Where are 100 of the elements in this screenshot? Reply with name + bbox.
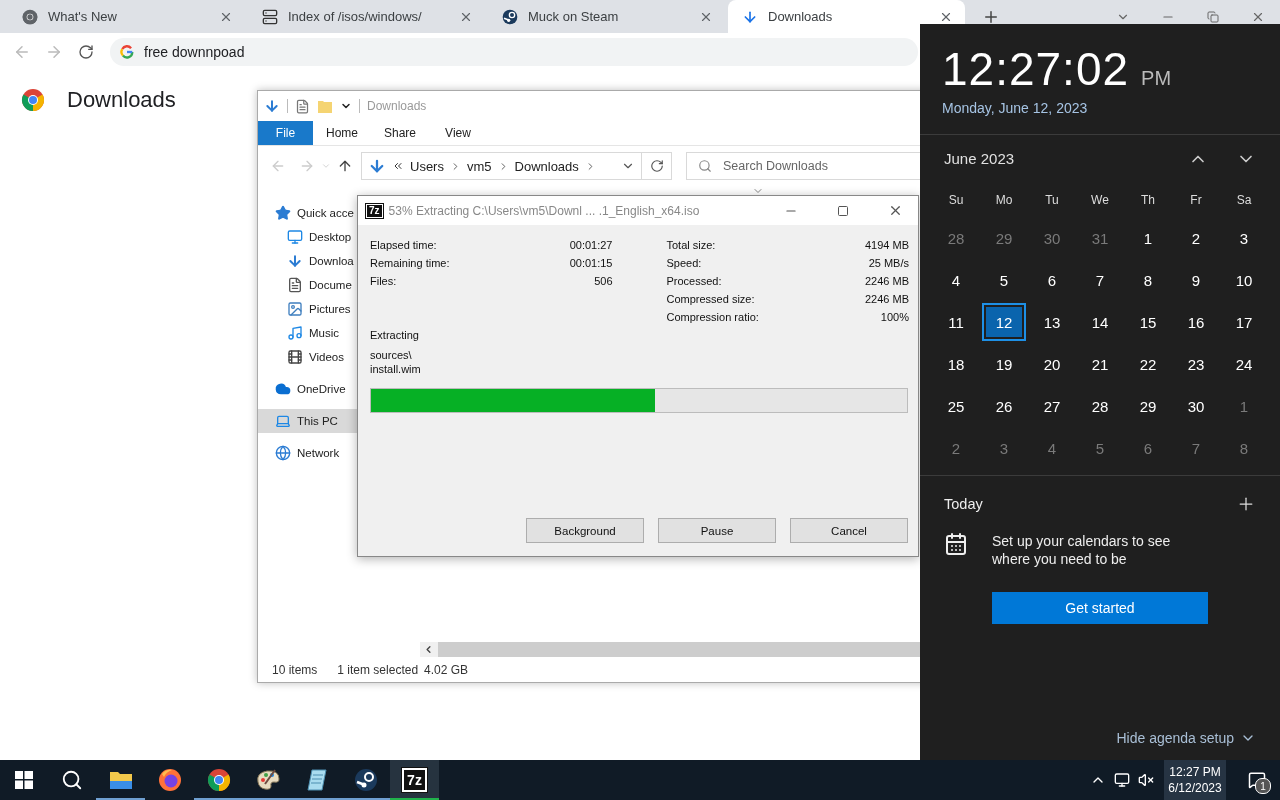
palette-icon: [254, 768, 281, 792]
action-center-button[interactable]: 1: [1234, 760, 1280, 800]
calendar-day[interactable]: 13: [1030, 303, 1074, 341]
calendar-day[interactable]: 2: [1174, 219, 1218, 257]
calendar-day[interactable]: 23: [1174, 345, 1218, 383]
calendar-day[interactable]: 6: [1030, 261, 1074, 299]
calendar-day[interactable]: 29: [1126, 387, 1170, 425]
network-icon: [275, 445, 291, 461]
calendar-day[interactable]: 11: [934, 303, 978, 341]
calendar-day[interactable]: 28: [934, 219, 978, 257]
google-icon: [120, 44, 134, 59]
calendar-day[interactable]: 4: [1030, 429, 1074, 467]
breadcrumb-item[interactable]: Downloads: [514, 158, 579, 174]
up-icon[interactable]: [337, 158, 353, 174]
calendar-day[interactable]: 30: [1174, 387, 1218, 425]
search-icon: [698, 159, 712, 173]
taskbar-button[interactable]: 7z: [390, 760, 439, 800]
calendar-day[interactable]: 22: [1126, 345, 1170, 383]
windows-icon[interactable]: [15, 771, 33, 789]
tray-clock[interactable]: 12:27 PM 6/12/2023: [1164, 760, 1226, 800]
calendar-day[interactable]: 25: [934, 387, 978, 425]
nav-item[interactable]: Network: [258, 441, 418, 465]
breadcrumb-item[interactable]: Users: [410, 158, 444, 174]
weekday-label: Tu: [1044, 191, 1060, 209]
chrome-icon: [22, 8, 38, 25]
month-label[interactable]: June 2023: [944, 150, 1160, 167]
stat-value: 506: [593, 275, 613, 287]
calendar-day[interactable]: 19: [982, 345, 1026, 383]
calendar-day[interactable]: 5: [982, 261, 1026, 299]
weekday-label: Fr: [1189, 191, 1203, 209]
stat-label: Remaining time:: [370, 257, 451, 269]
calendar-day[interactable]: 7: [1078, 261, 1122, 299]
calendar-day[interactable]: 24: [1222, 345, 1266, 383]
ribbon-tab[interactable]: View: [429, 121, 487, 145]
volume-muted-icon[interactable]: [1138, 772, 1154, 788]
browser-tab[interactable]: Muck on Steam: [488, 0, 725, 33]
calendar-day[interactable]: 12: [982, 303, 1026, 341]
browser-tab[interactable]: Downloads: [728, 0, 965, 33]
calendar-day[interactable]: 3: [1222, 219, 1266, 257]
refresh-button[interactable]: [642, 152, 672, 180]
notification-count: 1: [1255, 778, 1271, 794]
calendar-day[interactable]: 20: [1030, 345, 1074, 383]
calendar-day[interactable]: 8: [1126, 261, 1170, 299]
steam-icon: [502, 8, 518, 25]
status-text: 4.02 GB: [424, 662, 469, 677]
nav-item[interactable]: OneDrive: [258, 377, 418, 401]
calendar-day[interactable]: 9: [1174, 261, 1218, 299]
calendar-day[interactable]: 10: [1222, 261, 1266, 299]
ribbon-tab[interactable]: Share: [371, 121, 429, 145]
calendar-day[interactable]: 3: [982, 429, 1026, 467]
reload-icon[interactable]: [78, 43, 94, 60]
calendar-day[interactable]: 16: [1174, 303, 1218, 341]
restore-icon[interactable]: [1206, 10, 1219, 23]
window-title: Downloads: [367, 99, 427, 113]
steam-icon: [353, 768, 378, 792]
maximize-icon[interactable]: [837, 204, 849, 217]
calendar-day[interactable]: 27: [1030, 387, 1074, 425]
properties-icon[interactable]: [295, 98, 310, 114]
network-icon[interactable]: [1114, 772, 1130, 788]
calendar-day[interactable]: 28: [1078, 387, 1122, 425]
chrome-icon: [21, 88, 45, 112]
get-started-button[interactable]: Get started: [992, 592, 1208, 624]
date-link[interactable]: Monday, June 12, 2023: [942, 100, 1088, 116]
calendar-day[interactable]: 4: [934, 261, 978, 299]
computer-icon: [275, 413, 291, 429]
browser-tab[interactable]: Index of /isos/windows/: [248, 0, 485, 33]
calendar-day[interactable]: 5: [1078, 429, 1122, 467]
breadcrumb-item[interactable]: vm5: [466, 158, 492, 174]
address-field[interactable]: Users vm5 Downloads: [361, 152, 642, 180]
hide-agenda-link[interactable]: Hide agenda setup: [1116, 730, 1234, 746]
calendar-day[interactable]: 7: [1174, 429, 1218, 467]
calendar-day[interactable]: 15: [1126, 303, 1170, 341]
dialog-button[interactable]: Cancel: [790, 518, 908, 543]
calendar-day[interactable]: 2: [934, 429, 978, 467]
stat-value: 25 MB/s: [867, 257, 909, 269]
nav-item[interactable]: Pictures: [258, 297, 418, 321]
calendar-day[interactable]: 17: [1222, 303, 1266, 341]
star-icon: [275, 205, 291, 221]
calendar-day[interactable]: 8: [1222, 429, 1266, 467]
calendar-day[interactable]: 21: [1078, 345, 1122, 383]
stat-value: 2246 MB: [864, 293, 909, 305]
search-icon[interactable]: [61, 769, 83, 791]
stat-label: Compression ratio:: [666, 311, 760, 323]
calendar-day[interactable]: 29: [982, 219, 1026, 257]
calendar-day[interactable]: 14: [1078, 303, 1122, 341]
cloud-icon: [275, 381, 291, 397]
film-icon: [287, 349, 303, 365]
calendar-day[interactable]: 18: [934, 345, 978, 383]
overflow-icon[interactable]: [392, 160, 404, 172]
calendar-day[interactable]: 30: [1030, 219, 1074, 257]
ribbon-tab[interactable]: Home: [313, 121, 371, 145]
dialog-button[interactable]: Pause: [658, 518, 776, 543]
address-bar[interactable]: free downnpoad: [110, 37, 918, 66]
calendar-day[interactable]: 6: [1126, 429, 1170, 467]
calendar-day[interactable]: 26: [982, 387, 1026, 425]
dialog-button[interactable]: Background: [526, 518, 644, 543]
calendar-day[interactable]: 1: [1126, 219, 1170, 257]
calendar-day[interactable]: 31: [1078, 219, 1122, 257]
calendar-day[interactable]: 1: [1222, 387, 1266, 425]
browser-tab[interactable]: What's New: [8, 0, 245, 33]
